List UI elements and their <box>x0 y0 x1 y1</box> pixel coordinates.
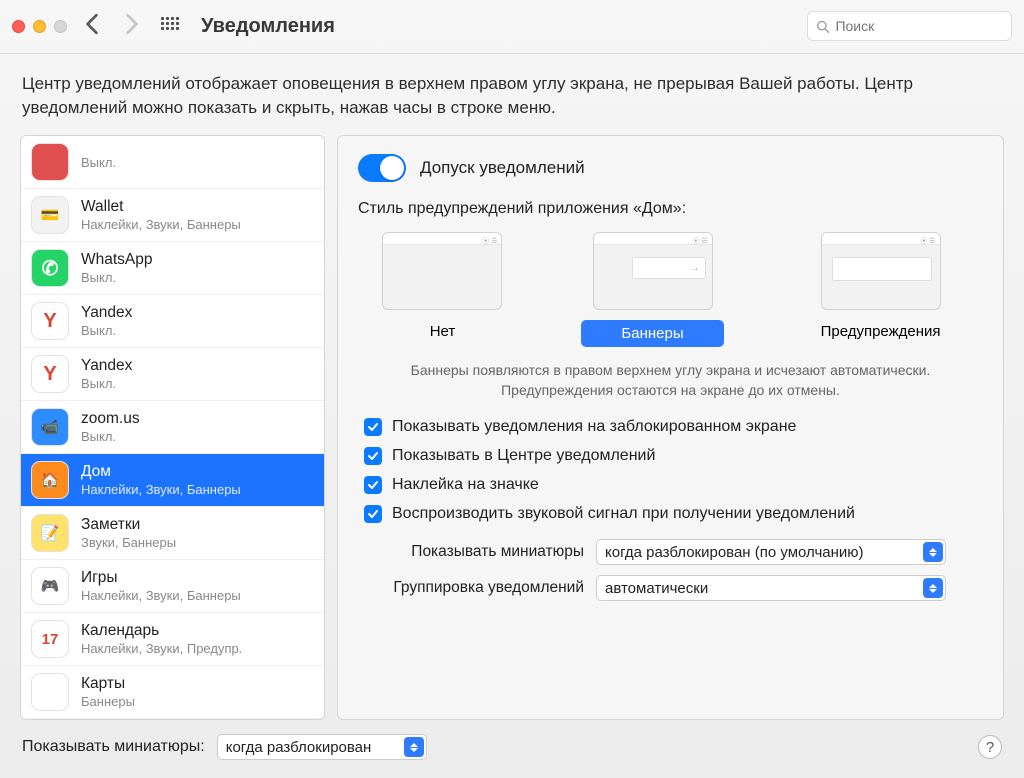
app-name: WhatsApp <box>81 251 153 269</box>
checkbox-label: Наклейка на значке <box>392 476 539 494</box>
footer-previews-label: Показывать миниатюры: <box>22 738 205 756</box>
previews-label: Показывать миниатюры <box>374 543 584 561</box>
app-row[interactable]: 🗺 Карты Баннеры <box>21 666 324 719</box>
previews-select[interactable]: когда разблокирован (по умолчанию) <box>596 539 946 565</box>
window-title: Уведомления <box>201 15 335 38</box>
chevron-updown-icon <box>923 578 943 598</box>
detail-pane: Допуск уведомлений Стиль предупреждений … <box>337 135 1004 720</box>
style-option-alerts[interactable]: ⦿ ☰ Предупреждения <box>803 232 959 347</box>
app-row[interactable]: Y Yandex Выкл. <box>21 348 324 401</box>
app-row[interactable]: Y Yandex Выкл. <box>21 295 324 348</box>
grouping-select[interactable]: автоматически <box>596 575 946 601</box>
app-name: Дом <box>81 463 241 481</box>
back-button[interactable] <box>85 13 99 40</box>
app-row[interactable]: Выкл. <box>21 136 324 189</box>
app-name: Wallet <box>81 198 241 216</box>
app-list: Выкл. 💳 Wallet Наклейки, Звуки, Баннеры … <box>20 135 325 720</box>
style-option-none[interactable]: ⦿ ☰ Нет <box>382 232 502 347</box>
checkbox-icon <box>364 447 382 465</box>
checkbox-row[interactable]: Показывать уведомления на заблокированно… <box>364 418 983 436</box>
app-sub: Наклейки, Звуки, Баннеры <box>81 588 241 603</box>
app-icon: Y <box>31 302 69 340</box>
app-icon: 📝 <box>31 514 69 552</box>
app-icon: 🗺 <box>31 673 69 711</box>
app-row[interactable]: 🏠 Дом Наклейки, Звуки, Баннеры <box>21 454 324 507</box>
show-all-icon[interactable] <box>161 17 179 35</box>
app-sub: Выкл. <box>81 376 132 391</box>
minimize-icon[interactable] <box>33 20 46 33</box>
titlebar: Уведомления <box>0 0 1024 54</box>
app-row[interactable]: 17 Календарь Наклейки, Звуки, Предупр. <box>21 613 324 666</box>
app-sub: Выкл. <box>81 323 132 338</box>
search-icon <box>816 19 829 34</box>
help-button[interactable]: ? <box>978 735 1002 759</box>
checkbox-row[interactable]: Воспроизводить звуковой сигнал при получ… <box>364 505 983 523</box>
app-row[interactable]: 📹 zoom.us Выкл. <box>21 401 324 454</box>
zoom-icon <box>54 20 67 33</box>
checkbox-row[interactable]: Наклейка на значке <box>364 476 983 494</box>
footer-previews-select[interactable]: когда разблокирован <box>217 734 427 760</box>
style-banners-label: Баннеры <box>581 320 723 347</box>
app-icon: 💳 <box>31 196 69 234</box>
app-name: Заметки <box>81 516 176 534</box>
alert-style-title: Стиль предупреждений приложения «Дом»: <box>358 200 983 218</box>
app-sub: Выкл. <box>81 270 153 285</box>
app-name: Yandex <box>81 304 132 322</box>
app-sub: Выкл. <box>81 155 116 170</box>
app-name: zoom.us <box>81 410 140 428</box>
app-icon: Y <box>31 355 69 393</box>
search-input[interactable] <box>835 18 1003 34</box>
forward-button[interactable] <box>125 13 139 40</box>
checkbox-icon <box>364 476 382 494</box>
app-name: Карты <box>81 675 135 693</box>
style-hint: Баннеры появляются в правом верхнем углу… <box>378 361 963 400</box>
app-icon: 17 <box>31 620 69 658</box>
app-row[interactable]: 🎮 Игры Наклейки, Звуки, Баннеры <box>21 560 324 613</box>
app-row[interactable]: 📝 Заметки Звуки, Баннеры <box>21 507 324 560</box>
app-name: Календарь <box>81 622 242 640</box>
checkbox-label: Воспроизводить звуковой сигнал при получ… <box>392 505 855 523</box>
style-option-banners[interactable]: ⦿ ☰→ Баннеры <box>581 232 723 347</box>
description-text: Центр уведомлений отображает оповещения … <box>0 54 1024 135</box>
app-sub: Наклейки, Звуки, Предупр. <box>81 641 242 656</box>
app-icon: 📹 <box>31 408 69 446</box>
allow-notifications-label: Допуск уведомлений <box>420 158 585 178</box>
grouping-label: Группировка уведомлений <box>374 579 584 597</box>
close-icon[interactable] <box>12 20 25 33</box>
app-sub: Звуки, Баннеры <box>81 535 176 550</box>
chevron-updown-icon <box>404 737 424 757</box>
app-sub: Баннеры <box>81 694 135 709</box>
app-sub: Наклейки, Звуки, Баннеры <box>81 217 241 232</box>
app-name: Игры <box>81 569 241 587</box>
style-none-label: Нет <box>412 320 474 343</box>
checkbox-icon <box>364 418 382 436</box>
app-icon: 🏠 <box>31 461 69 499</box>
search-field[interactable] <box>807 11 1012 41</box>
app-sub: Наклейки, Звуки, Баннеры <box>81 482 241 497</box>
allow-notifications-toggle[interactable] <box>358 154 406 182</box>
app-icon <box>31 143 69 181</box>
checkbox-icon <box>364 505 382 523</box>
app-row[interactable]: 💳 Wallet Наклейки, Звуки, Баннеры <box>21 189 324 242</box>
app-icon: ✆ <box>31 249 69 287</box>
app-icon: 🎮 <box>31 567 69 605</box>
checkbox-label: Показывать уведомления на заблокированно… <box>392 418 796 436</box>
window-controls <box>12 20 67 33</box>
checkbox-row[interactable]: Показывать в Центре уведомлений <box>364 447 983 465</box>
style-alerts-label: Предупреждения <box>803 320 959 343</box>
app-row[interactable]: ✆ WhatsApp Выкл. <box>21 242 324 295</box>
chevron-updown-icon <box>923 542 943 562</box>
checkbox-label: Показывать в Центре уведомлений <box>392 447 655 465</box>
app-sub: Выкл. <box>81 429 140 444</box>
app-name: Yandex <box>81 357 132 375</box>
